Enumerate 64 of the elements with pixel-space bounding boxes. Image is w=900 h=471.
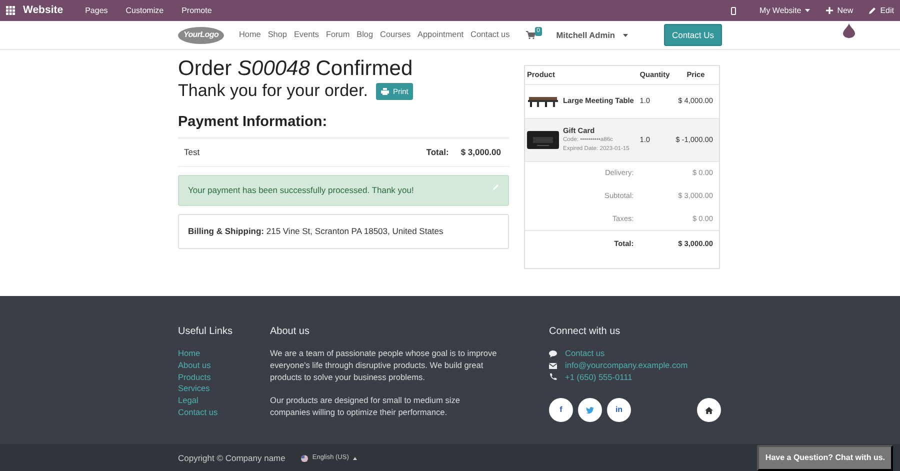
caret-icon	[805, 9, 810, 12]
bird-icon	[586, 406, 594, 414]
website-title[interactable]: Website	[23, 2, 64, 18]
caret-icon	[352, 456, 357, 460]
about-paragraph: Our products are designed for small to medium size companies willing to optimize their performance.	[270, 395, 461, 419]
footer-link[interactable]: Home	[178, 348, 270, 360]
nav-link[interactable]: Forum	[326, 28, 350, 42]
flag-icon	[301, 454, 308, 462]
contact-link[interactable]: Contact us	[565, 348, 605, 360]
alert-message: Your payment has been successfully processed. Thank you!	[188, 184, 414, 198]
footer-link[interactable]: Services	[178, 383, 270, 396]
twitter-button[interactable]	[578, 398, 602, 422]
plus-icon	[826, 7, 834, 14]
order-title: Order S00048 Confirmed	[178, 56, 414, 82]
footer-heading: About us	[270, 326, 310, 338]
home-button[interactable]	[697, 398, 721, 422]
footer-link[interactable]: About us	[178, 360, 270, 372]
menu-item[interactable]: Customize	[126, 4, 164, 16]
footer-heading: Connect with us	[549, 326, 622, 338]
mobile-preview-button[interactable]	[730, 6, 736, 14]
apps-icon	[6, 6, 15, 15]
printer-icon	[380, 88, 389, 95]
menu-item[interactable]: Pages	[85, 4, 108, 16]
phone-icon	[549, 373, 557, 382]
chat-icon	[549, 350, 557, 358]
footer-link[interactable]: Legal	[178, 395, 270, 407]
droplet-icon	[843, 23, 855, 38]
nav-link[interactable]: Appointment	[418, 28, 464, 42]
facebook-button[interactable]: f	[549, 398, 573, 422]
contact-link[interactable]: info@yourcompany.example.com	[565, 360, 688, 372]
footer-link[interactable]: Products	[178, 372, 270, 384]
menu-item[interactable]: Promote	[182, 4, 212, 16]
site-dropdown[interactable]: My Website	[760, 4, 810, 16]
new-button[interactable]: New	[826, 4, 854, 16]
chat-button[interactable]: Have a Question? Chat with us.	[757, 445, 893, 471]
home-icon	[705, 406, 713, 414]
edit-button[interactable]: Edit	[869, 4, 894, 16]
total-value: $ 3,000.00	[460, 146, 501, 160]
pencil-icon	[869, 7, 876, 14]
nav-link[interactable]: Home	[239, 28, 261, 42]
caret-icon	[622, 34, 628, 36]
section-heading: Payment Information:	[178, 112, 328, 132]
phone-icon	[730, 6, 736, 14]
user-menu[interactable]: Mitchell Admin	[556, 28, 628, 42]
nav-link[interactable]: Events	[294, 28, 319, 42]
linkedin-button[interactable]: in	[607, 398, 631, 422]
nav-link[interactable]: Contact us	[470, 28, 510, 42]
nav-link[interactable]: Shop	[268, 28, 287, 42]
nav-link[interactable]: Blog	[356, 28, 374, 42]
thank-you-text: Thank you for your order.	[178, 81, 368, 102]
nav-link[interactable]: Courses	[380, 28, 411, 42]
total-label: Total:	[426, 146, 449, 160]
payment-method: Test	[184, 146, 200, 160]
contact-link[interactable]: +1 (650) 555-0111	[565, 372, 632, 384]
logo[interactable]: YourLogo	[178, 26, 224, 44]
pencil-icon	[493, 184, 499, 190]
footer-heading: Useful Links	[178, 326, 234, 338]
copyright-text: Copyright © Company name	[178, 452, 286, 464]
cart-icon	[526, 31, 535, 39]
about-paragraph: We are a team of passionate people whose goal is to improve everyone's life through disruptive products. We build great products to solve your business problems.	[270, 348, 498, 384]
envelope-icon	[549, 362, 557, 370]
footer-link[interactable]: Contact us	[178, 406, 270, 419]
billing-address: Billing & Shipping: 215 Vine St, Scranton PA 18503, United States	[188, 226, 444, 236]
contact-us-button[interactable]: Contact Us	[664, 24, 722, 46]
